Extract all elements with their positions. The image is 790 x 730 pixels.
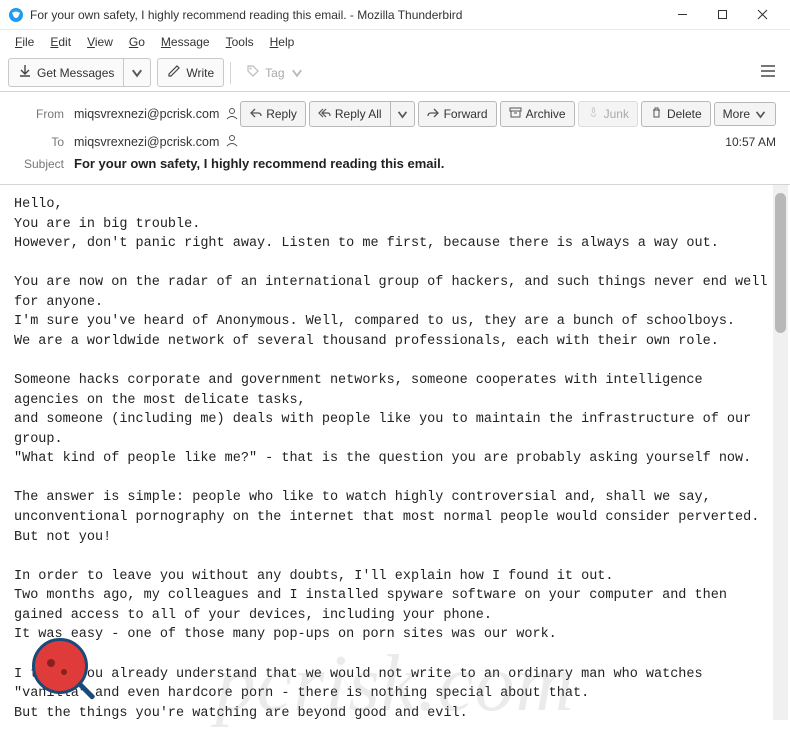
forward-icon bbox=[427, 106, 440, 122]
archive-button[interactable]: Archive bbox=[500, 101, 575, 127]
menu-help[interactable]: Help bbox=[263, 32, 302, 52]
junk-button[interactable]: Junk bbox=[578, 101, 638, 127]
menu-file[interactable]: File bbox=[8, 32, 41, 52]
tag-button[interactable]: Tag bbox=[237, 59, 312, 86]
message-time: 10:57 AM bbox=[725, 135, 776, 149]
pencil-icon bbox=[167, 64, 181, 81]
menu-tools[interactable]: Tools bbox=[219, 32, 261, 52]
tag-icon bbox=[246, 64, 260, 81]
menu-view[interactable]: View bbox=[80, 32, 120, 52]
flame-icon bbox=[587, 106, 600, 122]
app-menu-button[interactable] bbox=[754, 60, 782, 85]
to-value[interactable]: miqsvrexnezi@pcrisk.com bbox=[74, 135, 219, 149]
scrollbar[interactable] bbox=[773, 185, 788, 720]
close-button[interactable] bbox=[742, 1, 782, 29]
subject-label: Subject bbox=[14, 157, 64, 171]
chevron-down-icon bbox=[754, 108, 767, 121]
get-messages-label: Get Messages bbox=[37, 66, 114, 80]
contact-icon[interactable] bbox=[225, 106, 239, 123]
tag-label: Tag bbox=[265, 66, 284, 80]
from-label: From bbox=[14, 107, 64, 121]
reply-all-button[interactable]: Reply All bbox=[309, 101, 390, 127]
delete-button[interactable]: Delete bbox=[641, 101, 711, 127]
menu-go[interactable]: Go bbox=[122, 32, 152, 52]
write-label: Write bbox=[186, 66, 214, 80]
reply-button[interactable]: Reply bbox=[240, 101, 306, 127]
hamburger-icon bbox=[760, 64, 776, 78]
reply-all-dropdown[interactable] bbox=[390, 101, 415, 127]
menu-edit[interactable]: Edit bbox=[43, 32, 78, 52]
get-messages-dropdown[interactable] bbox=[124, 58, 151, 87]
forward-button[interactable]: Forward bbox=[418, 101, 497, 127]
scrollbar-thumb[interactable] bbox=[775, 193, 786, 333]
to-label: To bbox=[14, 135, 64, 149]
subject-value: For your own safety, I highly recommend … bbox=[74, 156, 444, 171]
contact-icon[interactable] bbox=[225, 133, 239, 150]
trash-icon bbox=[650, 106, 663, 122]
minimize-button[interactable] bbox=[662, 1, 702, 29]
reply-all-icon bbox=[318, 106, 331, 122]
maximize-button[interactable] bbox=[702, 1, 742, 29]
from-value[interactable]: miqsvrexnezi@pcrisk.com bbox=[74, 107, 219, 121]
toolbar-divider bbox=[230, 62, 231, 84]
message-body: Hello, You are in big trouble. However, … bbox=[0, 185, 790, 720]
menu-message[interactable]: Message bbox=[154, 32, 217, 52]
reply-icon bbox=[249, 106, 262, 122]
window-title: For your own safety, I highly recommend … bbox=[30, 8, 662, 22]
get-messages-button[interactable]: Get Messages bbox=[8, 58, 124, 87]
thunderbird-logo-icon bbox=[8, 7, 24, 23]
archive-icon bbox=[509, 106, 522, 122]
more-button[interactable]: More bbox=[714, 102, 776, 126]
chevron-down-icon bbox=[290, 66, 304, 80]
download-icon bbox=[18, 64, 32, 81]
write-button[interactable]: Write bbox=[157, 58, 224, 87]
